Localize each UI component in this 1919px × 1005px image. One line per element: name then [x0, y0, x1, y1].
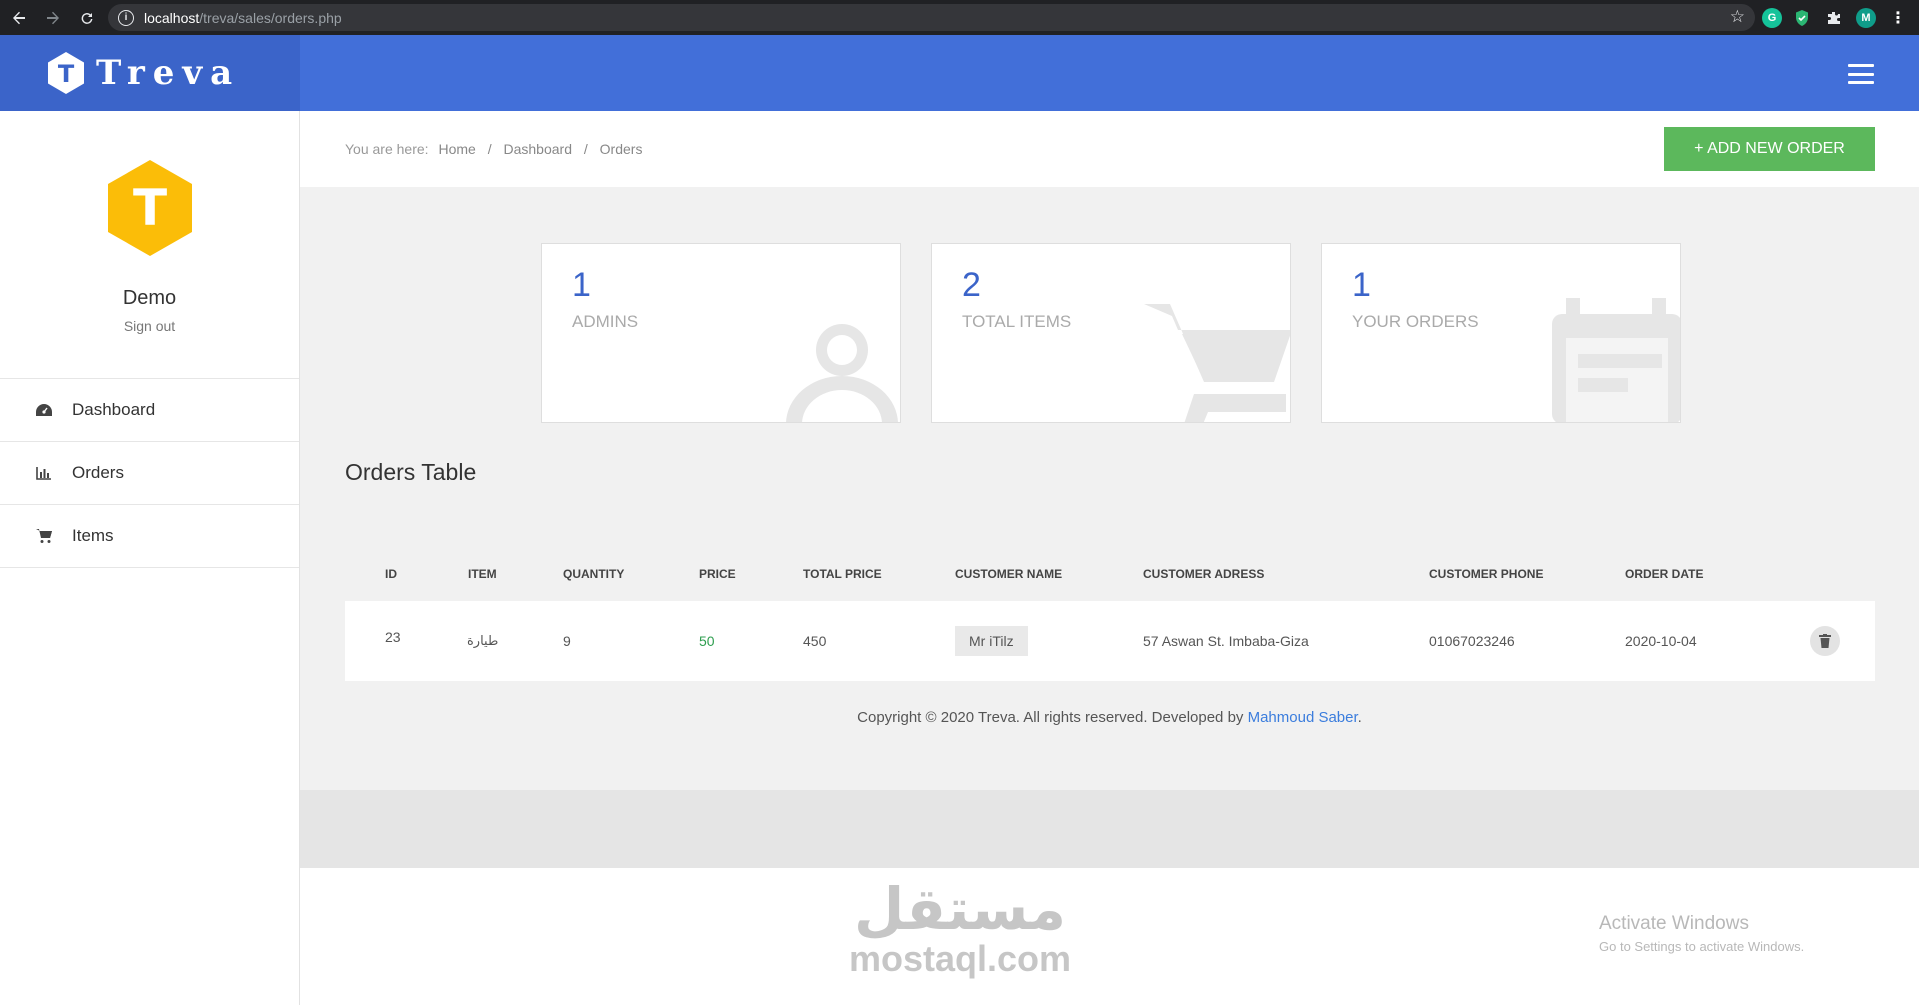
- stat-value: 2: [962, 266, 981, 304]
- sidebar-item-dashboard[interactable]: Dashboard: [0, 379, 299, 442]
- url-host: localhost: [144, 9, 200, 26]
- main-content: You are here: Home / Dashboard / Orders …: [300, 111, 1919, 1005]
- user-profile: T Demo Sign out: [0, 111, 299, 379]
- sidebar-item-label: Dashboard: [72, 400, 156, 419]
- column-header-customer-phone: CUSTOMER PHONE: [1429, 567, 1544, 581]
- stat-label: ADMINS: [572, 312, 639, 331]
- top-navbar: [300, 35, 1919, 111]
- cell-customer-phone: 01067023246: [1429, 633, 1515, 649]
- column-header-customer-name: CUSTOMER NAME: [955, 567, 1063, 581]
- profile-logo-icon: T: [107, 160, 192, 256]
- add-new-order-button[interactable]: + ADD NEW ORDER: [1664, 127, 1875, 171]
- shield-extension-icon[interactable]: [1792, 8, 1812, 28]
- cell-item: طيارة: [467, 633, 499, 648]
- column-header-item: ITEM: [468, 567, 497, 581]
- profile-logo-letter: T: [132, 179, 166, 237]
- user-icon: [786, 324, 898, 422]
- trash-icon: [1819, 634, 1831, 648]
- sidebar-item-orders[interactable]: Orders: [0, 442, 299, 505]
- stat-value: 1: [572, 266, 591, 304]
- author-link[interactable]: Mahmoud Saber: [1248, 709, 1358, 726]
- grammarly-extension-icon[interactable]: G: [1762, 8, 1782, 28]
- cell-order-date: 2020-10-04: [1625, 633, 1697, 649]
- sidebar: T Demo Sign out Dashboard Orders Items: [0, 111, 300, 1005]
- brand-name: Treva: [96, 53, 241, 93]
- stat-card-total-items[interactable]: 2 TOTAL ITEMS: [931, 243, 1291, 423]
- column-header-order-date: ORDER DATE: [1625, 567, 1704, 581]
- cart-icon: [1144, 304, 1290, 422]
- table-row: 23 طيارة 9 50 450 Mr iTilz 57 Aswan St. …: [345, 601, 1875, 681]
- forward-arrow-icon[interactable]: [38, 3, 68, 33]
- breadcrumb-separator: /: [583, 141, 588, 157]
- cell-price: 50: [699, 633, 715, 649]
- stat-label: YOUR ORDERS: [1352, 312, 1479, 331]
- activate-windows-watermark: Activate Windows Go to Settings to activ…: [1599, 913, 1804, 954]
- orders-table-title: Orders Table: [345, 459, 477, 485]
- dashboard-content: 1 ADMINS 2 TOTAL ITEMS 1 YOUR ORDERS Ord…: [300, 187, 1919, 790]
- sidebar-item-items[interactable]: Items: [0, 505, 299, 568]
- stat-value: 1: [1352, 266, 1371, 304]
- logo-letter: T: [58, 60, 75, 88]
- cell-customer-name: Mr iTilz: [955, 626, 1028, 656]
- breadcrumb-bar: You are here: Home / Dashboard / Orders …: [300, 111, 1919, 187]
- sign-out-link[interactable]: Sign out: [124, 318, 175, 334]
- stat-label: TOTAL ITEMS: [962, 312, 1072, 331]
- breadcrumb-dashboard[interactable]: Dashboard: [503, 141, 572, 157]
- back-arrow-icon[interactable]: [4, 3, 34, 33]
- cart-icon: [34, 527, 54, 545]
- footer-band: [300, 790, 1919, 868]
- hamburger-menu-icon[interactable]: [1848, 64, 1874, 84]
- dashboard-icon: [34, 401, 54, 419]
- watermark-line2: Go to Settings to activate Windows.: [1599, 939, 1805, 954]
- calendar-icon: [1552, 298, 1680, 422]
- watermark-latin: mostaql.com: [848, 938, 1072, 979]
- reload-icon[interactable]: [72, 3, 102, 33]
- breadcrumb-home[interactable]: Home: [438, 141, 475, 157]
- sidebar-item-label: Items: [72, 526, 114, 545]
- breadcrumb-orders: Orders: [599, 141, 643, 157]
- cell-customer-address: 57 Aswan St. Imbaba-Giza: [1143, 633, 1309, 649]
- bookmark-star-icon[interactable]: ☆: [1730, 7, 1745, 27]
- address-bar[interactable]: i localhost/treva/sales/orders.php ☆: [108, 4, 1755, 31]
- user-name: Demo: [122, 287, 177, 309]
- cell-quantity: 9: [563, 633, 571, 649]
- watermark-arabic: مستقل: [853, 877, 1067, 942]
- column-header-quantity: QUANTITY: [563, 567, 625, 581]
- extensions-puzzle-icon[interactable]: [1824, 8, 1844, 28]
- site-info-icon[interactable]: i: [118, 9, 134, 26]
- bar-chart-icon: [34, 464, 54, 482]
- footer-copyright: Copyright © 2020 Treva. All rights reser…: [300, 709, 1919, 726]
- watermark-line1: Activate Windows: [1599, 913, 1749, 934]
- copyright-text: Copyright © 2020 Treva. All rights reser…: [857, 709, 1248, 726]
- cell-id: 23: [385, 629, 401, 645]
- copyright-end: .: [1357, 709, 1362, 726]
- profile-avatar[interactable]: M: [1856, 8, 1876, 28]
- browser-menu-icon[interactable]: ⋮: [1888, 8, 1908, 28]
- breadcrumb: You are here: Home / Dashboard / Orders: [345, 141, 642, 157]
- logo-icon: T: [48, 52, 84, 94]
- breadcrumb-prefix: You are here:: [345, 141, 429, 157]
- breadcrumb-separator: /: [487, 141, 492, 157]
- column-header-customer-address: CUSTOMER ADRESS: [1143, 567, 1265, 581]
- browser-toolbar: i localhost/treva/sales/orders.php ☆ G M…: [0, 0, 1919, 35]
- stat-card-admins[interactable]: 1 ADMINS: [541, 243, 901, 423]
- delete-order-button[interactable]: [1810, 626, 1840, 656]
- cell-total-price: 450: [803, 633, 827, 649]
- column-header-price: PRICE: [699, 567, 736, 581]
- stat-card-your-orders[interactable]: 1 YOUR ORDERS: [1321, 243, 1681, 423]
- url-path: /treva/sales/orders.php: [199, 9, 342, 26]
- column-header-id: ID: [385, 567, 397, 581]
- mostaql-watermark: مستقل mostaql.com: [840, 880, 1080, 978]
- sidebar-item-label: Orders: [72, 463, 124, 482]
- column-header-total-price: TOTAL PRICE: [803, 567, 882, 581]
- brand-area[interactable]: T Treva: [0, 35, 300, 111]
